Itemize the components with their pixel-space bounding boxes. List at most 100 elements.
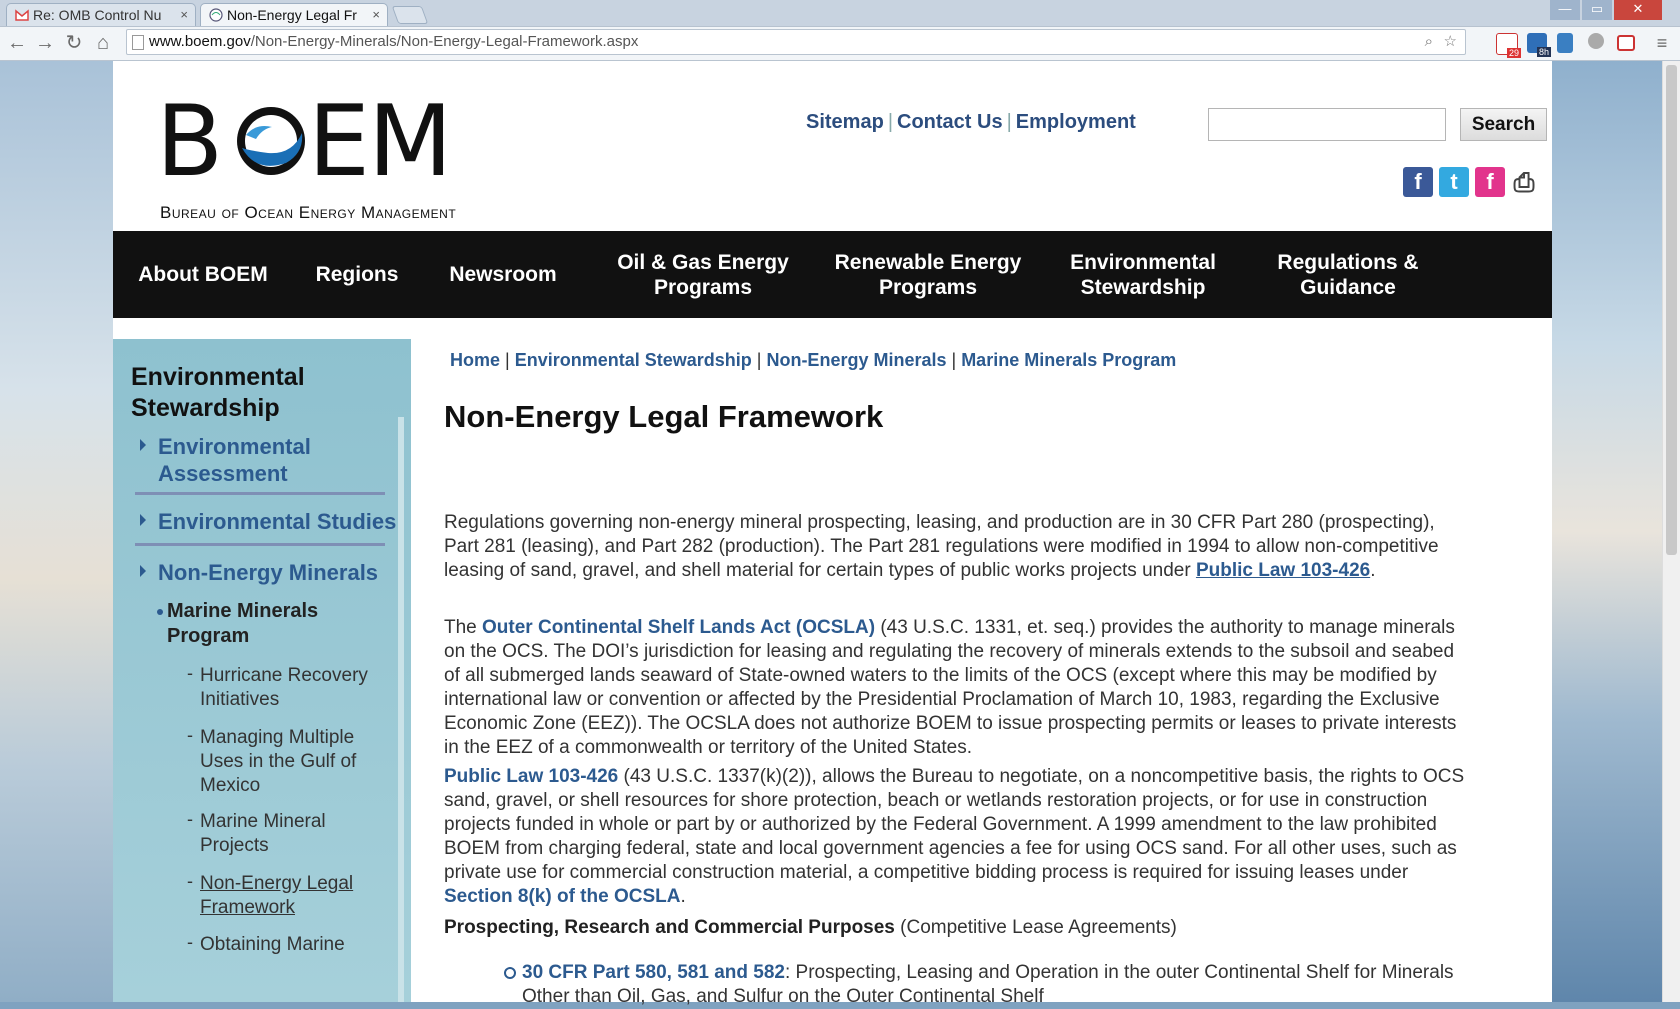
print-icon[interactable]: ⎙ [1509, 167, 1539, 197]
svg-text:E: E [308, 93, 370, 193]
expand-arrow-icon[interactable] [140, 514, 146, 526]
gmail-count-badge: 29 [1506, 48, 1521, 58]
section-heading-rest: (Competitive Lease Agreements) [894, 917, 1177, 938]
sidebar-item-environmental-assessment[interactable]: Environmental Assessment [158, 433, 398, 487]
paragraph-text: The [444, 617, 483, 638]
extension-icon[interactable] [1557, 33, 1573, 53]
section-heading-bold: Prospecting, Research and Commercial Pur… [444, 917, 895, 938]
dash-marker: - [187, 663, 193, 683]
search-input[interactable] [1208, 108, 1446, 141]
nav-newsroom[interactable]: Newsroom [433, 231, 573, 318]
page-scrollbar[interactable] [1662, 61, 1680, 1002]
menu-icon[interactable]: ≡ [1651, 31, 1673, 55]
link-separator: | [887, 111, 894, 133]
sidebar-subitem-projects[interactable]: Marine Mineral Projects [200, 810, 390, 858]
new-tab-button[interactable] [391, 6, 429, 24]
tab-boem[interactable]: Non-Energy Legal Fr × [200, 3, 388, 26]
page-icon [132, 35, 144, 50]
section-heading: Prospecting, Research and Commercial Pur… [444, 916, 1474, 940]
extension-icon-gray[interactable] [1588, 33, 1604, 49]
dash-marker: - [187, 809, 193, 829]
cfr-link[interactable]: 30 CFR Part 580, 581 and 582 [522, 962, 785, 983]
bullet-circle-icon [504, 967, 516, 979]
boem-logo-mark: B E M [156, 93, 446, 193]
scrollbar-thumb[interactable] [1666, 65, 1677, 555]
flickr-icon[interactable]: f [1475, 167, 1505, 197]
nav-environmental[interactable]: Environmental Stewardship [1058, 231, 1228, 318]
ocsla-link[interactable]: Outer Continental Shelf Lands Act (OCSLA… [482, 617, 875, 638]
breadcrumb: Home | Environmental Stewardship | Non-Energ… [450, 350, 1176, 371]
section-8k-link[interactable]: Section 8(k) of the OCSLA [444, 886, 680, 907]
nav-oil-gas[interactable]: Oil & Gas Energy Programs [613, 231, 793, 318]
globe-icon [209, 8, 223, 22]
paragraph-end: . [680, 886, 686, 907]
sidebar-subitem-hurricane[interactable]: Hurricane Recovery Initiatives [200, 664, 390, 712]
nav-regions[interactable]: Regions [299, 231, 415, 318]
expand-arrow-icon[interactable] [140, 439, 146, 451]
breadcrumb-marine[interactable]: Marine Minerals Program [961, 350, 1176, 370]
sidebar-subitem-obtaining[interactable]: Obtaining Marine [200, 933, 390, 957]
address-bar[interactable]: www.boem.gov/Non-Energy-Minerals/Non-Ene… [126, 29, 1466, 55]
sidebar-subitem-legal-framework[interactable]: Non-Energy Legal Framework [200, 872, 390, 920]
page-title: Non-Energy Legal Framework [444, 399, 884, 434]
tab-close-icon[interactable]: × [180, 4, 188, 26]
calendar-extension-icon[interactable]: 8h [1527, 33, 1551, 57]
gmail-icon [15, 9, 29, 21]
sidebar: Environmental Stewardship Environmental … [113, 339, 411, 1002]
gmail-extension-icon[interactable]: 29 [1496, 33, 1521, 58]
forward-icon[interactable]: → [34, 31, 56, 55]
dash-marker: - [187, 871, 193, 891]
paragraph-regulations: Regulations governing non-energy mineral… [444, 511, 1474, 583]
zoom-icon[interactable]: ⌕ [1425, 30, 1433, 54]
divider [135, 492, 385, 495]
browser-toolbar: ← → ↻ ⌂ www.boem.gov/Non-Energy-Minerals… [0, 27, 1680, 61]
paragraph-end: . [1370, 560, 1376, 581]
maximize-button[interactable]: ▭ [1582, 0, 1612, 20]
sidebar-item-non-energy-minerals[interactable]: Non-Energy Minerals [158, 559, 398, 586]
expand-arrow-icon[interactable] [140, 565, 146, 577]
sidebar-scrollbar[interactable] [398, 417, 404, 1002]
tab-close-icon[interactable]: × [372, 4, 380, 26]
paragraph-public-law: Public Law 103-426 (43 U.S.C. 1337(k)(2)… [444, 765, 1474, 909]
breadcrumb-environmental[interactable]: Environmental Stewardship [515, 350, 752, 370]
minimize-button[interactable]: — [1550, 0, 1580, 20]
contact-us-link[interactable]: Contact Us [897, 111, 1003, 133]
breadcrumb-separator: | [505, 350, 510, 370]
breadcrumb-separator: | [756, 350, 762, 370]
browser-tab-bar: Re: OMB Control Nu × Non-Energy Legal Fr… [0, 0, 1680, 27]
page: B E M Bureau of Ocean Energy Management … [113, 61, 1552, 1007]
facebook-icon[interactable]: f [1403, 167, 1433, 197]
home-icon[interactable]: ⌂ [92, 31, 114, 55]
url-host: www.boem.gov [149, 33, 251, 50]
nav-about-boem[interactable]: About BOEM [123, 231, 283, 318]
page-background-left [0, 61, 113, 1002]
nav-renewable[interactable]: Renewable Energy Programs [828, 231, 1028, 318]
reload-icon[interactable]: ↻ [63, 31, 85, 55]
tab-label: Re: OMB Control Nu [33, 7, 162, 23]
gmail-notifier-icon[interactable] [1617, 35, 1635, 51]
search-button[interactable]: Search [1460, 108, 1547, 141]
close-window-button[interactable]: ✕ [1614, 0, 1662, 20]
breadcrumb-non-energy[interactable]: Non-Energy Minerals [766, 350, 946, 370]
sidebar-item-marine-minerals-program[interactable]: Marine Minerals Program [167, 599, 367, 649]
nav-regulations[interactable]: Regulations & Guidance [1263, 231, 1433, 318]
back-icon[interactable]: ← [6, 31, 28, 55]
sitemap-link[interactable]: Sitemap [806, 111, 884, 133]
public-law-link[interactable]: Public Law 103-426 [1196, 560, 1370, 581]
svg-text:M: M [368, 93, 446, 193]
public-law-link[interactable]: Public Law 103-426 [444, 766, 618, 787]
tab-label: Non-Energy Legal Fr [227, 7, 357, 23]
tab-gmail[interactable]: Re: OMB Control Nu × [6, 3, 196, 26]
bookmark-star-icon[interactable]: ☆ [1444, 30, 1457, 54]
calendar-count-badge: 8h [1536, 47, 1551, 57]
twitter-icon[interactable]: t [1439, 167, 1469, 197]
dash-marker: - [187, 932, 193, 952]
logo-subtitle: Bureau of Ocean Energy Management [160, 203, 457, 222]
boem-logo[interactable]: B E M Bureau of Ocean Energy Management [156, 89, 456, 222]
breadcrumb-home[interactable]: Home [450, 350, 500, 370]
employment-link[interactable]: Employment [1016, 111, 1136, 133]
sidebar-item-environmental-studies[interactable]: Environmental Studies [158, 508, 408, 535]
sidebar-title: Environmental Stewardship [131, 363, 305, 422]
sidebar-subitem-managing[interactable]: Managing Multiple Uses in the Gulf of Me… [200, 726, 390, 798]
paragraph-text: (43 U.S.C. 1331, et. seq.) provides the … [444, 617, 1457, 758]
